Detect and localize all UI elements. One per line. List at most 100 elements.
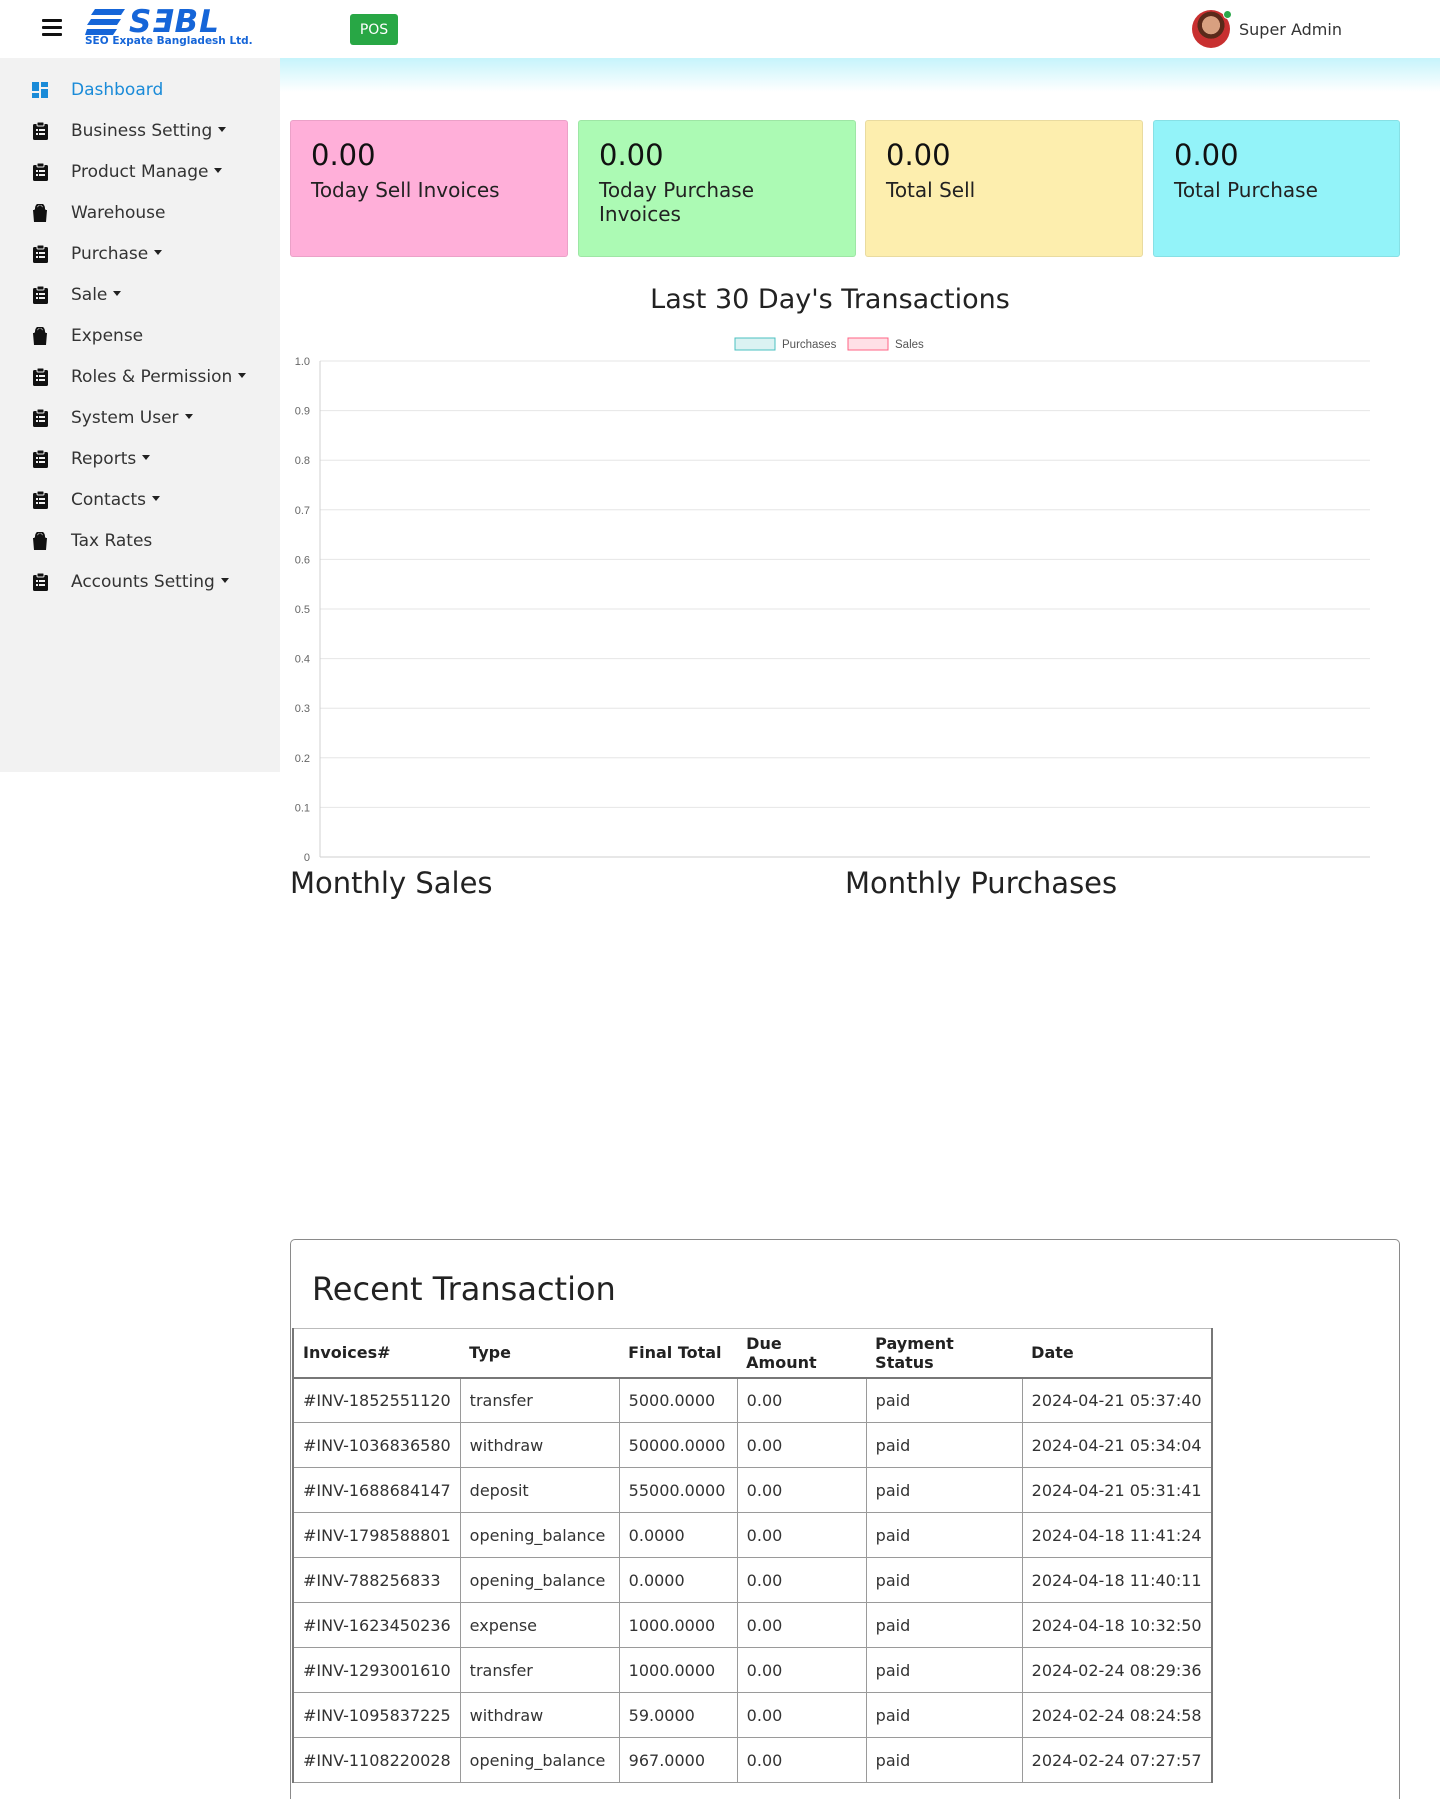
table-cell: 0.00 [736, 1557, 867, 1603]
table-cell: opening_balance [459, 1557, 620, 1603]
sidebar-item-purchase[interactable]: Purchase [0, 233, 280, 274]
pos-button[interactable]: POS [350, 14, 398, 45]
monthly-purchases-title: Monthly Purchases [845, 866, 1118, 900]
caret-down-icon [184, 414, 193, 419]
y-tick-label: 0.9 [295, 406, 310, 418]
column-header-payment-status[interactable]: Payment Status [866, 1328, 1023, 1379]
sidebar-item-warehouse[interactable]: Warehouse [0, 192, 280, 233]
caret-down-icon [152, 496, 160, 501]
table-cell: transfer [459, 1377, 620, 1423]
table-cell: paid [865, 1602, 1023, 1648]
table-cell: paid [865, 1422, 1023, 1468]
column-header-type[interactable]: Type [460, 1328, 620, 1379]
table-cell: 0.00 [736, 1512, 867, 1558]
legend-label-sales[interactable]: Sales [895, 339, 924, 351]
sidebar-item-product-manage[interactable]: Product Manage [0, 151, 280, 192]
column-header-final-total[interactable]: Final Total [619, 1328, 738, 1379]
chart-title: Last 30 Day's Transactions [650, 284, 1010, 315]
legend-swatch-purchases[interactable] [734, 337, 776, 351]
clipboard-icon [32, 490, 48, 509]
sidebar-item-contacts[interactable]: Contacts [0, 479, 280, 520]
table-cell: 1000.0000 [618, 1647, 738, 1693]
sidebar-item-expense[interactable]: Expense [0, 315, 280, 356]
column-header-due-amount[interactable]: Due Amount [737, 1328, 867, 1379]
sidebar-item-system-user[interactable]: System User [0, 397, 280, 438]
table-cell: 50000.0000 [618, 1422, 738, 1468]
table-row[interactable]: #INV-1623450236 expense 1000.0000 0.00 paid 2… [291, 1602, 1213, 1648]
table-cell: 0.00 [736, 1737, 867, 1783]
sidebar-item-label: Contacts [71, 489, 146, 510]
sidebar-item-reports[interactable]: Reports [0, 438, 280, 479]
card-value: 0.00 [886, 138, 951, 172]
table-cell: #INV-1095837225 [291, 1692, 461, 1738]
sidebar-item-label: Dashboard [71, 79, 164, 100]
card-value: 0.00 [599, 138, 664, 172]
table-cell: 2024-04-21 05:37:40 [1021, 1377, 1213, 1423]
table-cell: 55000.0000 [618, 1467, 738, 1513]
clipboard-icon [32, 244, 48, 263]
table-row[interactable]: #INV-1852551120 transfer 5000.0000 0.00 paid… [291, 1377, 1213, 1423]
sidebar-item-tax-rates[interactable]: Tax Rates [0, 520, 280, 561]
column-header-date[interactable]: Date [1022, 1328, 1213, 1379]
sidebar-item-roles-permission[interactable]: Roles & Permission [0, 356, 280, 397]
card-today-purchase-invoices: 0.00 Today Purchase Invoices [578, 120, 856, 257]
clipboard-icon [32, 408, 48, 427]
company-logo[interactable]: SƎBL SEO Expate Bangladesh Ltd. [85, 4, 253, 50]
transactions-chart: 0 0.1 0.2 0.3 0.4 0.5 0.6 0.7 0.8 0.9 1.0 Purchases… [295, 337, 1370, 864]
card-label: Today Purchase Invoices [599, 178, 755, 227]
table-cell: deposit [459, 1467, 620, 1513]
table-cell: #INV-1623450236 [291, 1602, 461, 1648]
logo-subtitle: SEO Expate Bangladesh Ltd. [85, 35, 253, 47]
table-row[interactable]: #INV-1293001610 transfer 1000.0000 0.00 paid… [291, 1647, 1213, 1693]
table-row[interactable]: #INV-1798588801 opening_balance 0.0000 0.00… [291, 1512, 1213, 1558]
table-cell: 1000.0000 [618, 1602, 738, 1648]
table-cell: 5000.0000 [618, 1377, 738, 1423]
legend-swatch-sales[interactable] [847, 337, 889, 351]
table-cell: opening_balance [459, 1512, 620, 1558]
table-row[interactable]: #INV-1108220028 opening_balance 967.0000 0.… [291, 1737, 1213, 1783]
y-tick-label: 0.6 [295, 554, 310, 566]
menu-toggle-icon[interactable] [42, 19, 62, 37]
table-row[interactable]: #INV-1095837225 withdraw 59.0000 0.00 paid 20… [291, 1692, 1213, 1738]
recent-transaction-title: Recent Transaction [312, 1270, 616, 1308]
card-label: Today Sell Invoices [311, 178, 500, 203]
table-cell: paid [865, 1557, 1023, 1603]
y-tick-label: 0.4 [295, 654, 310, 666]
top-header: SƎBL SEO Expate Bangladesh Ltd. POS Supe… [0, 0, 1440, 58]
table-cell: 59.0000 [618, 1692, 738, 1738]
table-cell: 0.00 [736, 1377, 867, 1423]
card-value: 0.00 [311, 138, 376, 172]
sidebar-item-label: Warehouse [71, 202, 166, 223]
legend-label-purchases[interactable]: Purchases [782, 339, 837, 351]
card-total-sell: 0.00 Total Sell [865, 120, 1143, 257]
sidebar: Dashboard Business Setting Product Manage W… [0, 58, 280, 772]
sidebar-item-sale[interactable]: Sale [0, 274, 280, 315]
table-cell: #INV-1293001610 [291, 1647, 461, 1693]
transactions-table: Invoices# Type Final Total Due Amount Paymen… [291, 1328, 1213, 1783]
y-tick-label: 0.1 [295, 802, 310, 814]
card-total-purchase: 0.00 Total Purchase [1153, 120, 1400, 257]
table-cell: 0.00 [736, 1422, 867, 1468]
sidebar-item-dashboard[interactable]: Dashboard [0, 69, 280, 110]
table-cell: #INV-788256833 [291, 1557, 461, 1603]
table-cell: #INV-1798588801 [291, 1512, 461, 1558]
table-cell: 0.0000 [618, 1512, 738, 1558]
table-row[interactable]: #INV-788256833 opening_balance 0.0000 0.00 p… [291, 1557, 1213, 1603]
column-header-invoices[interactable]: Invoices# [291, 1328, 461, 1379]
dashboard-icon [32, 81, 48, 99]
clipboard-icon [32, 572, 48, 591]
monthly-sales-title: Monthly Sales [290, 866, 493, 900]
table-cell: transfer [459, 1647, 620, 1693]
y-tick-label: 0.2 [295, 753, 310, 765]
bag-icon [32, 326, 48, 345]
table-row[interactable]: #INV-1036836580 withdraw 50000.0000 0.00 pai… [291, 1422, 1213, 1468]
table-cell: paid [865, 1647, 1023, 1693]
table-cell: 0.0000 [618, 1557, 738, 1603]
sidebar-item-business-setting[interactable]: Business Setting [0, 110, 280, 151]
table-cell: paid [865, 1692, 1023, 1738]
sidebar-item-label: Sale [71, 284, 108, 305]
sidebar-item-label: Accounts Setting [71, 571, 215, 592]
sidebar-item-accounts-setting[interactable]: Accounts Setting [0, 561, 280, 602]
table-row[interactable]: #INV-1688684147 deposit 55000.0000 0.00 paid… [291, 1467, 1213, 1513]
user-menu[interactable]: Super Admin [1192, 10, 1342, 48]
